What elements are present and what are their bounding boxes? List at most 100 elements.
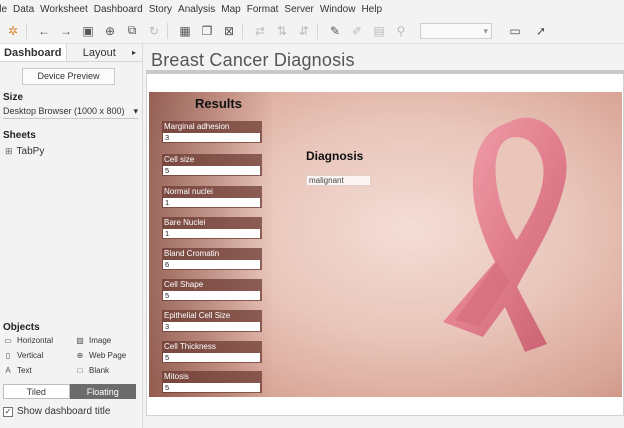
vertical-container-icon: ▯ (5, 351, 11, 360)
sheets-section-title: Sheets (3, 130, 36, 141)
objects-grid: ▭ Horizontal ▨ Image ▯ Vertical ⊕ Web Page A… (3, 336, 141, 375)
page-title: Breast Cancer Diagnosis (151, 50, 355, 70)
worksheet-icon: ⊞ (5, 146, 13, 156)
sort-descending-icon[interactable]: ⇵ (295, 24, 313, 38)
tiled-button[interactable]: Tiled (3, 384, 70, 399)
field-epithelial-cell-size: Epithelial Cell Size 3 (162, 310, 262, 332)
object-text[interactable]: A Text (3, 366, 75, 375)
object-horizontal[interactable]: ▭ Horizontal (3, 336, 75, 345)
tableau-logo-icon[interactable]: ✲ (4, 24, 22, 38)
sheet-item-tabpy[interactable]: ⊞ TabPy (5, 146, 44, 157)
show-title-option[interactable]: ✓ Show dashboard title (3, 406, 110, 417)
field-input[interactable]: 5 (163, 353, 260, 362)
field-input[interactable]: 5 (163, 166, 260, 175)
object-vertical[interactable]: ▯ Vertical (3, 351, 75, 360)
diagnosis-title: Diagnosis (306, 149, 364, 163)
text-icon: A (5, 366, 11, 375)
menu-dashboard[interactable]: Dashboard (91, 4, 146, 15)
toolbar: ✲ ← → ▣ ⊕ ⧉ ↻ ▦ ❐ ⊠ ⇄ ⇅ ⇵ ✎ ✐ ▤ ⚲ ▾ ▭ ➚ (0, 18, 624, 44)
chevron-down-icon: ▾ (133, 106, 138, 116)
swap-icon[interactable]: ⇄ (251, 24, 269, 38)
group-icon[interactable]: ✐ (348, 24, 366, 38)
toolbar-divider (167, 22, 168, 39)
fit-dropdown[interactable]: ▾ (420, 22, 492, 39)
chevron-right-icon[interactable]: ▸ (132, 44, 142, 61)
presentation-icon[interactable]: ▭ (506, 24, 524, 38)
cursor-icon: ➚ (535, 23, 547, 38)
menu-help[interactable]: Help (358, 4, 385, 15)
duplicate-icon[interactable]: ❐ (198, 24, 216, 38)
field-cell-size: Cell size 5 (162, 154, 262, 176)
field-input[interactable]: 1 (163, 229, 260, 238)
objects-section-title: Objects (3, 322, 40, 333)
new-data-source-icon[interactable]: ⊕ (101, 24, 119, 38)
field-marginal-adhesion: Marginal adhesion 3 (162, 121, 262, 143)
field-input[interactable]: 1 (163, 198, 260, 207)
show-title-label: Show dashboard title (17, 406, 111, 417)
field-input[interactable]: 5 (163, 383, 260, 392)
menu-bar: ile Data Worksheet Dashboard Story Analy… (0, 0, 624, 18)
object-label: Image (89, 336, 112, 345)
forward-icon[interactable]: → (57, 24, 75, 38)
menu-map[interactable]: Map (218, 4, 243, 15)
save-icon[interactable]: ▣ (79, 24, 97, 38)
back-icon[interactable]: ← (35, 24, 53, 38)
size-section-title: Size (3, 92, 24, 103)
menu-file[interactable]: ile (0, 4, 10, 15)
pin-icon[interactable]: ⚲ (392, 24, 410, 38)
menu-window[interactable]: Window (317, 4, 359, 15)
object-label: Web Page (89, 351, 127, 360)
results-title: Results (195, 96, 242, 111)
tab-layout[interactable]: Layout (67, 44, 133, 61)
object-blank[interactable]: □ Blank (75, 366, 141, 375)
object-web-page[interactable]: ⊕ Web Page (75, 351, 141, 360)
toolbar-divider (242, 22, 243, 39)
field-input[interactable]: 5 (163, 291, 260, 300)
pause-updates-icon[interactable]: ⧉ (123, 23, 141, 38)
menu-worksheet[interactable]: Worksheet (37, 4, 91, 15)
horizontal-container-icon: ▭ (4, 336, 12, 345)
pink-ribbon-image (443, 117, 567, 352)
field-label: Bare Nuclei (164, 218, 206, 227)
field-label: Mitosis (164, 372, 189, 381)
object-image[interactable]: ▨ Image (75, 336, 141, 345)
diagnosis-value[interactable]: malignant (306, 175, 371, 186)
highlight-icon[interactable]: ✎ (326, 24, 344, 38)
dashboard-sidebar: Dashboard Layout ▸ Device Preview Size D… (0, 44, 143, 428)
menu-story[interactable]: Story (146, 4, 175, 15)
field-bare-nuclei: Bare Nuclei 1 (162, 217, 262, 239)
field-label: Cell size (164, 155, 195, 164)
clear-sheet-icon[interactable]: ⊠ (220, 24, 238, 38)
field-label: Normal nuclei (164, 187, 213, 196)
menu-server[interactable]: Server (281, 4, 316, 15)
tab-dashboard[interactable]: Dashboard (0, 44, 67, 61)
sheet-item-label: TabPy (16, 146, 45, 157)
floating-button[interactable]: Floating (69, 384, 136, 399)
refresh-icon[interactable]: ↻ (145, 24, 163, 38)
field-label: Cell Shape (164, 280, 204, 289)
field-label: Cell Thickness (164, 342, 216, 351)
field-label: Marginal adhesion (164, 122, 230, 131)
menu-analysis[interactable]: Analysis (175, 4, 218, 15)
sort-ascending-icon[interactable]: ⇅ (273, 24, 291, 38)
menu-data[interactable]: Data (10, 4, 37, 15)
object-label: Blank (89, 366, 110, 375)
size-dropdown[interactable]: Desktop Browser (1000 x 800) ▾ (3, 105, 138, 119)
object-label: Vertical (17, 351, 44, 360)
image-icon: ▨ (76, 336, 84, 345)
blank-icon: □ (77, 366, 83, 375)
object-label: Text (17, 366, 32, 375)
show-title-checkbox[interactable]: ✓ (3, 406, 13, 417)
field-input[interactable]: 3 (163, 322, 260, 331)
field-mitosis: Mitosis 5 (162, 371, 262, 393)
device-preview-button[interactable]: Device Preview (22, 68, 115, 85)
labels-icon[interactable]: ▤ (370, 24, 388, 38)
new-sheet-icon[interactable]: ▦ (176, 24, 194, 38)
toolbar-divider (317, 22, 318, 39)
menu-format[interactable]: Format (244, 4, 282, 15)
field-input[interactable]: 3 (163, 133, 260, 142)
field-input[interactable]: 6 (163, 260, 260, 269)
toolbar-divider (26, 22, 27, 39)
size-value: Desktop Browser (1000 x 800) (3, 106, 125, 116)
globe-icon: ⊕ (76, 351, 84, 360)
